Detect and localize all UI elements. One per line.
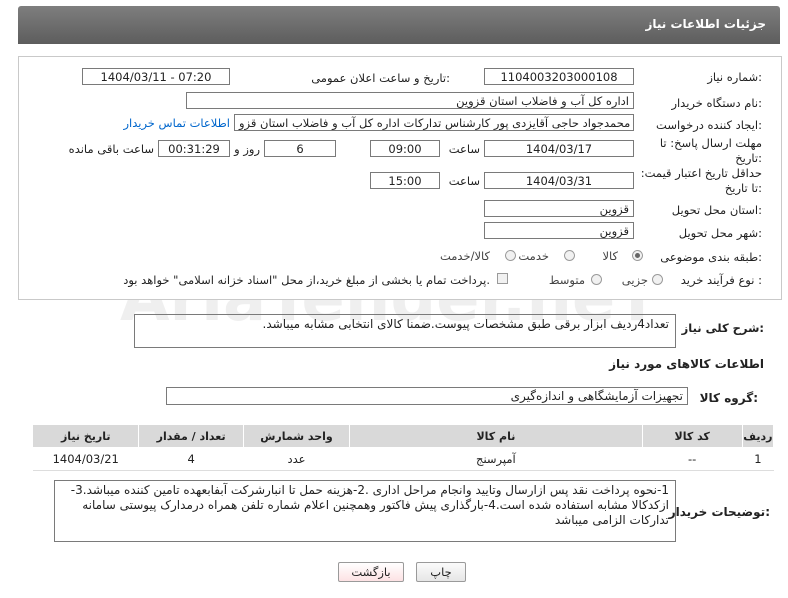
- col-name: نام کالا: [349, 424, 643, 448]
- goods-group-label: گروه کالا:: [699, 391, 758, 405]
- category-goods-service-label: کالا/خدمت: [439, 249, 490, 263]
- goods-section-title: اطلاعات کالاهای مورد نیاز: [609, 357, 764, 371]
- treasury-checkbox[interactable]: [497, 273, 508, 284]
- description-text: تعداد4ردیف ابزار برقی طبق مشخصات پیوست.ض…: [262, 317, 669, 331]
- province-label: استان محل تحویل:: [671, 203, 762, 217]
- col-date: تاریخ نیاز: [31, 424, 140, 448]
- province-field[interactable]: قزوین: [484, 200, 634, 217]
- validity-time-label: ساعت: [448, 174, 480, 188]
- cell-name: آمپرسنج: [349, 447, 643, 471]
- deadline-days-field[interactable]: 6: [264, 140, 336, 157]
- creator-label: ایجاد کننده درخواست:: [656, 118, 762, 132]
- buyer-notes-textarea[interactable]: 1-نحوه پرداخت نقد پس ازارسال وتایید وانج…: [54, 480, 676, 542]
- process-minor-label: جزیی: [621, 273, 648, 287]
- category-radio-goods[interactable]: [632, 250, 643, 261]
- process-radio-minor[interactable]: [652, 274, 663, 285]
- col-unit: واحد شمارش: [242, 424, 351, 448]
- announce-date-label: تاریخ و ساعت اعلان عمومی:: [311, 71, 450, 85]
- remaining-time-label: ساعت باقی مانده: [68, 142, 154, 156]
- col-row: ردیف: [741, 424, 775, 448]
- creator-field[interactable]: محمدجواد حاجی آقایزدی پور کارشناس تدارکا…: [234, 114, 634, 131]
- process-type-label: نوع فرآیند خرید :: [680, 273, 762, 287]
- validity-date-field[interactable]: 1404/03/31: [484, 172, 634, 189]
- cell-row: 1: [742, 447, 774, 471]
- buyer-notes-label: توضیحات خریدار:: [668, 505, 770, 519]
- goods-table-wrap: ردیف کد کالا نام کالا واحد شمارش تعداد /…: [31, 424, 775, 471]
- buyer-org-field[interactable]: اداره کل آب و فاضلاب استان قزوین: [186, 92, 634, 109]
- goods-table: ردیف کد کالا نام کالا واحد شمارش تعداد /…: [31, 424, 775, 471]
- goods-group-field[interactable]: تجهیزات آزمایشگاهی و اندازه‌گیری: [166, 387, 688, 405]
- deadline-date-field[interactable]: 1404/03/17: [484, 140, 634, 157]
- city-label: شهر محل تحویل:: [678, 226, 762, 240]
- cell-unit: عدد: [243, 447, 350, 471]
- goods-table-header: ردیف کد کالا نام کالا واحد شمارش تعداد /…: [31, 424, 775, 448]
- announce-date-field[interactable]: 1404/03/11 - 07:20: [82, 68, 230, 85]
- category-radio-service[interactable]: [564, 250, 575, 261]
- deadline-days-label: روز و: [234, 142, 260, 156]
- city-field[interactable]: قزوین: [484, 222, 634, 239]
- process-radio-medium[interactable]: [591, 274, 602, 285]
- description-textarea[interactable]: تعداد4ردیف ابزار برقی طبق مشخصات پیوست.ض…: [134, 314, 676, 348]
- col-code: کد کالا: [641, 424, 743, 448]
- back-button[interactable]: بازگشت: [338, 562, 404, 582]
- deadline-time-label: ساعت: [448, 142, 480, 156]
- col-qty: تعداد / مقدار: [138, 424, 244, 448]
- cell-code: --: [642, 447, 743, 471]
- process-medium-label: متوسط: [548, 273, 585, 287]
- buyer-contact-link[interactable]: اطلاعات تماس خریدار: [123, 116, 230, 130]
- buyer-org-label: نام دستگاه خریدار:: [671, 96, 762, 110]
- validity-time-field[interactable]: 15:00: [370, 172, 440, 189]
- cell-date: 1404/03/21: [32, 447, 139, 471]
- cell-qty: 4: [138, 447, 244, 471]
- category-radio-goods-service[interactable]: [505, 250, 516, 261]
- page-header: جزئیات اطلاعات نیاز: [18, 6, 780, 44]
- need-number-field[interactable]: 1104003203000108: [484, 68, 634, 85]
- buyer-notes-text: 1-نحوه پرداخت نقد پس ازارسال وتایید وانج…: [70, 483, 669, 527]
- category-service-label: خدمت: [518, 249, 549, 263]
- deadline-time-field[interactable]: 09:00: [370, 140, 440, 157]
- description-label: شرح کلی نیاز:: [681, 321, 764, 335]
- category-goods-label: کالا: [602, 249, 618, 263]
- print-button[interactable]: چاپ: [416, 562, 466, 582]
- category-label: طبقه بندی موضوعی:: [660, 250, 762, 264]
- need-number-label: شماره نیاز:: [707, 70, 762, 84]
- treasury-note: پرداخت تمام یا بخشی از مبلغ خرید،از محل …: [123, 273, 490, 287]
- validity-label: حداقل تاریخ اعتبار قیمت: تا تاریخ:: [640, 166, 762, 195]
- table-row[interactable]: 1 -- آمپرسنج عدد 4 1404/03/21: [32, 447, 774, 471]
- deadline-label: مهلت ارسال پاسخ: تا تاریخ:: [659, 136, 762, 165]
- page-title: جزئیات اطلاعات نیاز: [645, 17, 766, 31]
- remaining-time-field[interactable]: 00:31:29: [158, 140, 230, 157]
